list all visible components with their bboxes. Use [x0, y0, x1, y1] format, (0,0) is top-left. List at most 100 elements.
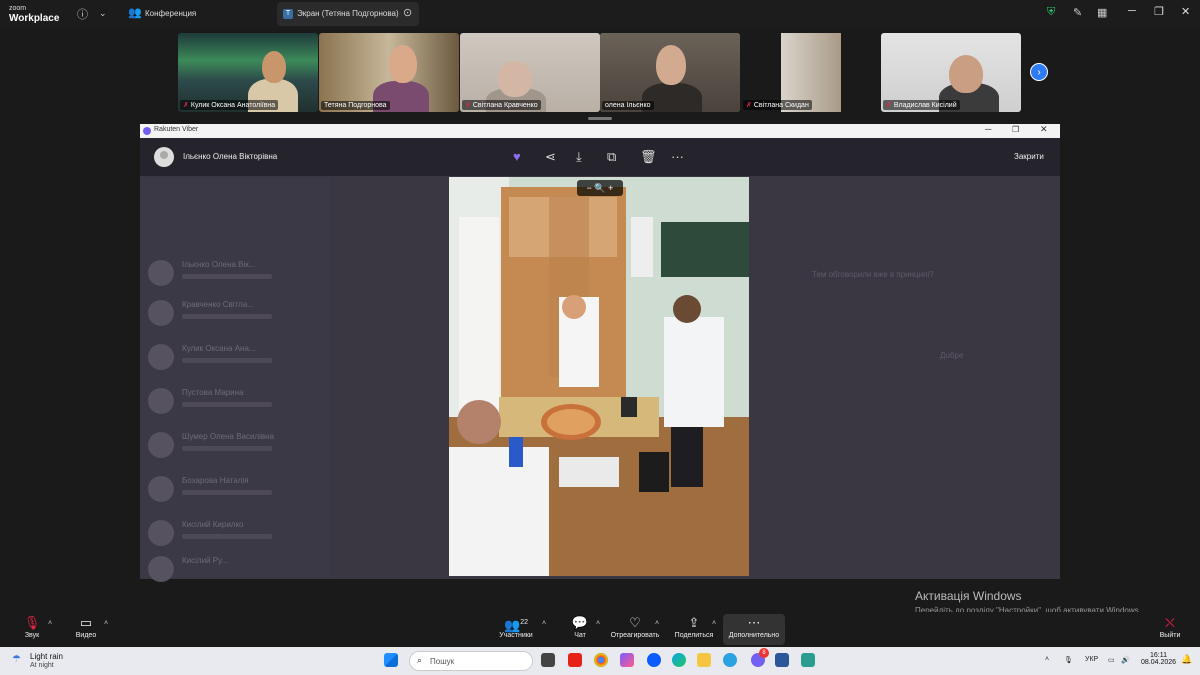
- chevron-up-icon[interactable]: ˄: [48, 620, 52, 627]
- close-viewer-button[interactable]: Закрити: [1014, 152, 1044, 161]
- list-item: Кравченко Світла...: [148, 296, 323, 332]
- more-icon[interactable]: ···: [671, 149, 684, 164]
- explorer-icon[interactable]: [697, 653, 711, 667]
- monitor-icon[interactable]: ▭: [1108, 656, 1115, 664]
- viber-close-button[interactable]: ✕: [1040, 124, 1048, 135]
- chevron-up-icon[interactable]: ˄: [104, 620, 108, 627]
- avatar: [148, 300, 174, 326]
- contact-name: Ільєнко Олена Вікторівна: [183, 152, 278, 161]
- chat-button[interactable]: 💬 Чат ˄: [550, 614, 610, 639]
- taskbar-search[interactable]: ⌕ Пошук: [409, 651, 533, 671]
- download-icon[interactable]: ⤓: [576, 149, 582, 165]
- participant-name: ✗ Світлана Скидан: [743, 100, 812, 110]
- more-button[interactable]: ⋯ Дополнительно: [723, 614, 785, 645]
- zoom-app-icon[interactable]: [647, 653, 661, 667]
- viber-media-header: Ільєнко Олена Вікторівна ♥ ⋖ ⤓ ⧉ 🗑 ··· З…: [140, 138, 1060, 176]
- chevron-up-icon[interactable]: ˄: [655, 620, 659, 627]
- video-button[interactable]: ▭ Видео ˄: [56, 614, 116, 639]
- clock-date: 08.04.2026: [1141, 659, 1177, 666]
- avatar: [148, 432, 174, 458]
- close-button[interactable]: ✕: [1181, 5, 1190, 18]
- chevron-up-icon[interactable]: ˄: [596, 620, 600, 627]
- windows-taskbar: ☂ Light rain At night ⌕ Пошук 8 ˄ 🎙 УКР …: [0, 647, 1200, 675]
- list-item-name: Ільєнко Олена Вік...: [182, 260, 256, 269]
- chevron-down-icon[interactable]: ⌄: [99, 8, 107, 19]
- info-icon[interactable]: ⓘ: [77, 6, 88, 22]
- participant-name: олена Ільєнко: [602, 101, 654, 110]
- start-icon[interactable]: [384, 653, 398, 667]
- chevron-up-icon[interactable]: ˄: [712, 620, 716, 627]
- heart-icon[interactable]: ♥: [513, 149, 521, 164]
- list-item-preview: [182, 314, 272, 319]
- viber-logo-icon: [143, 127, 151, 135]
- weather-time: At night: [30, 662, 54, 669]
- react-button[interactable]: ♡ Отреагировать ˄: [605, 614, 665, 639]
- edge-icon[interactable]: [672, 653, 686, 667]
- zoom-controls[interactable]: − 🔍 +: [577, 180, 623, 196]
- share-button[interactable]: ⇪ Поделиться ˄: [664, 614, 724, 639]
- word-icon[interactable]: [775, 653, 789, 667]
- participants-count: 22: [520, 619, 528, 626]
- audio-button[interactable]: 🎙 Звук ˄: [2, 614, 62, 639]
- participant-strip: ✗ Кулик Оксана Анатоліївна Тетяна Подгорн…: [0, 28, 1200, 122]
- shield-icon[interactable]: ⛨: [1047, 6, 1055, 19]
- person-face: [389, 45, 417, 83]
- tool-icon[interactable]: [801, 653, 815, 667]
- task-view-icon[interactable]: [541, 653, 555, 667]
- list-item-name: Шумер Олена Василівна: [182, 432, 275, 441]
- more-options-icon[interactable]: ⊙: [403, 6, 412, 19]
- telegram-icon[interactable]: [723, 653, 737, 667]
- microphone-icon[interactable]: 🎙: [1064, 656, 1073, 664]
- list-item-preview: [182, 446, 272, 451]
- list-item: Пустова Марина: [148, 384, 323, 420]
- share-screen-tab[interactable]: T Экран (Тетяна Подгорнова) ⊙: [277, 2, 419, 26]
- list-item-preview: [182, 490, 272, 495]
- chat-icon: 💬: [571, 615, 589, 630]
- participant-tile[interactable]: ✗ Світлана Кравченко: [460, 33, 600, 112]
- list-item: Шумер Олена Василівна: [148, 428, 323, 464]
- avatar: [148, 476, 174, 502]
- notification-bell-icon[interactable]: 🔔: [1181, 654, 1192, 665]
- resize-handle[interactable]: [588, 117, 612, 120]
- list-item-name: Кравченко Світла...: [182, 300, 254, 309]
- weather-condition: Light rain: [30, 652, 63, 661]
- next-page-button[interactable]: ›: [1030, 63, 1048, 81]
- chevron-up-icon[interactable]: ˄: [1045, 656, 1049, 663]
- avatar: [148, 344, 174, 370]
- viber-minimize-button[interactable]: ─: [985, 124, 991, 134]
- copilot-icon[interactable]: [620, 653, 634, 667]
- activation-title: Активація Windows: [915, 589, 1022, 603]
- minimize-button[interactable]: ─: [1128, 5, 1136, 17]
- list-item: Кисілий Ру...: [148, 552, 323, 588]
- crop-icon[interactable]: ⧉: [607, 149, 616, 165]
- participant-tile[interactable]: ✗ Кулик Оксана Анатоліївна: [178, 33, 318, 112]
- participants-group-icon: 👥: [128, 7, 142, 19]
- participant-tile[interactable]: Тетяна Подгорнова: [319, 33, 459, 112]
- language-indicator[interactable]: УКР: [1085, 656, 1098, 663]
- leave-button[interactable]: ⛌ Выйти: [1140, 614, 1200, 639]
- chrome-icon[interactable]: [594, 653, 608, 667]
- video-label: Видео: [75, 632, 97, 639]
- participants-button[interactable]: 👥22 Участники ˄: [486, 614, 546, 639]
- chevron-up-icon[interactable]: ˄: [542, 620, 546, 627]
- meeting-tab[interactable]: Конференция: [145, 9, 196, 18]
- person-face: [949, 55, 983, 93]
- pen-icon[interactable]: ✎: [1073, 6, 1082, 19]
- speaker-icon[interactable]: 🔊: [1121, 656, 1130, 664]
- viber-restore-button[interactable]: ❐: [1012, 125, 1019, 134]
- participant-tile-active[interactable]: олена Ільєнко: [600, 33, 740, 112]
- rain-icon: ☂: [12, 654, 21, 665]
- participant-tile[interactable]: ✗ Владислав Кисілий: [881, 33, 1021, 112]
- restore-button[interactable]: ❐: [1154, 5, 1164, 18]
- clapper-icon[interactable]: ▦: [1097, 6, 1107, 19]
- more-label: Дополнительно: [728, 632, 780, 639]
- trash-icon[interactable]: 🗑: [640, 149, 657, 165]
- viber-app-icon[interactable]: 8: [751, 648, 769, 667]
- share-icon[interactable]: ⋖: [545, 149, 556, 165]
- youtube-icon[interactable]: [568, 653, 582, 667]
- participant-tile[interactable]: ✗ Світлана Скидан: [741, 33, 881, 112]
- avatar: [148, 520, 174, 546]
- mic-muted-icon: ✗: [465, 102, 471, 109]
- react-label: Отреагировать: [610, 632, 660, 639]
- system-clock[interactable]: 16:11 08.04.2026: [1141, 652, 1176, 666]
